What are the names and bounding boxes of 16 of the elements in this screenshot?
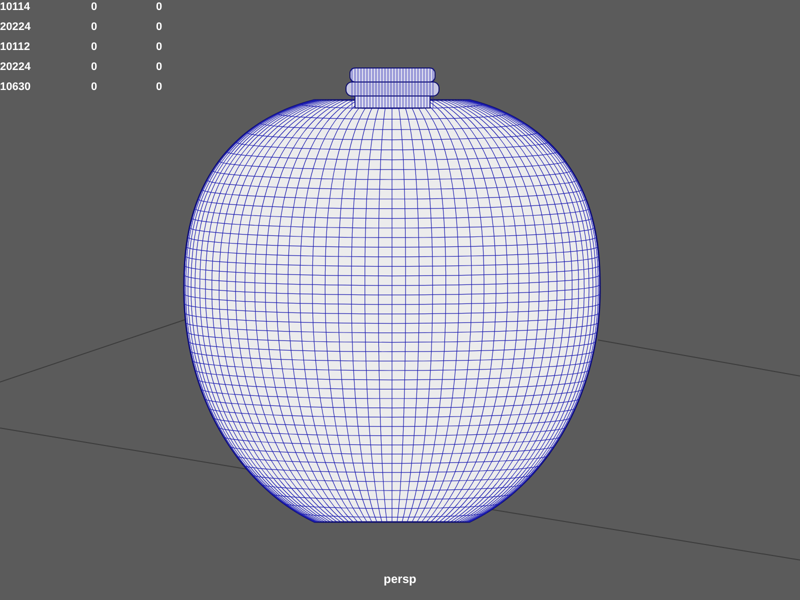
stat-value: 0 bbox=[156, 41, 162, 53]
stat-value: 20224 bbox=[0, 21, 31, 33]
stat-value: 0 bbox=[91, 41, 98, 53]
stat-value: 0 bbox=[156, 21, 162, 33]
camera-label: persp bbox=[384, 571, 416, 588]
stat-value: 0 bbox=[156, 1, 162, 13]
stat-value: 0 bbox=[156, 61, 162, 73]
stat-value: 0 bbox=[91, 81, 98, 93]
stat-value: 0 bbox=[91, 1, 98, 13]
stat-value: 0 bbox=[91, 61, 98, 73]
stat-value: 10112 bbox=[0, 41, 30, 53]
stat-value: 10630 bbox=[0, 81, 31, 93]
stat-value: 0 bbox=[156, 81, 162, 93]
stat-value: 0 bbox=[91, 21, 98, 33]
stat-value: 20224 bbox=[0, 61, 31, 73]
stat-value: 10114 bbox=[0, 1, 30, 13]
